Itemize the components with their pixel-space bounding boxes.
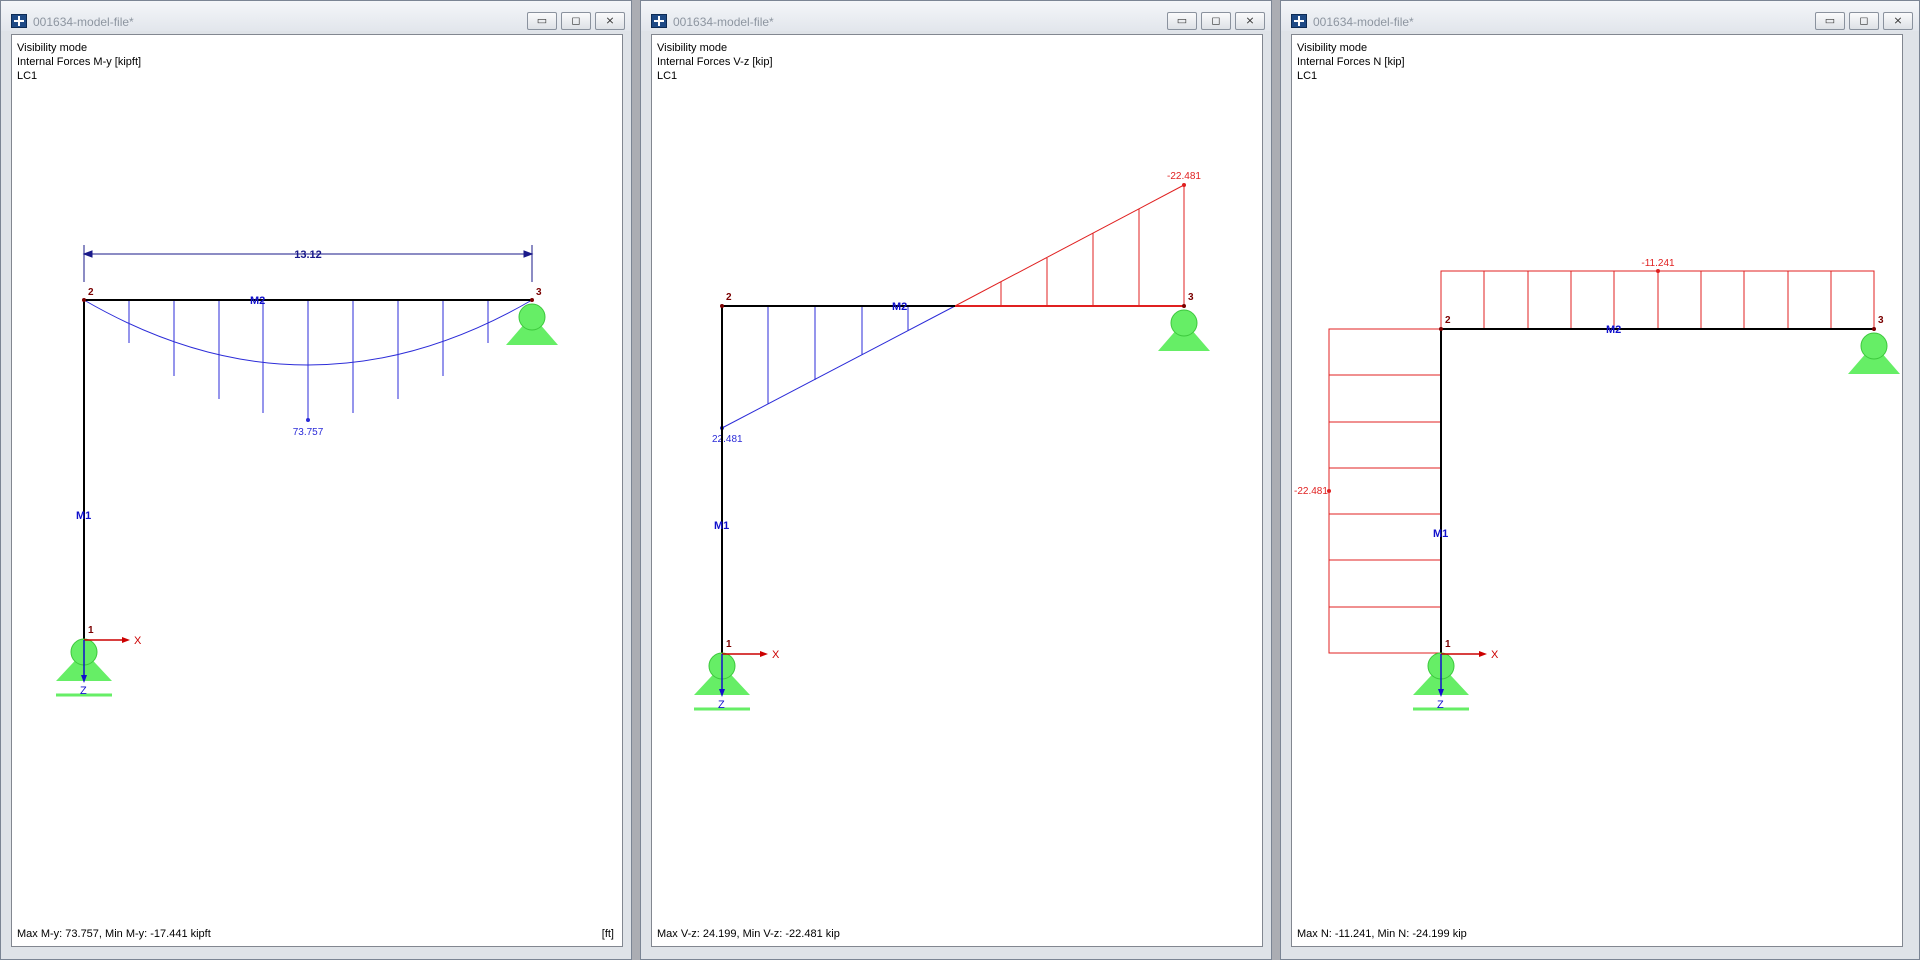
graphics-area[interactable]: Visibility mode Internal Forces N [kip] … bbox=[1291, 34, 1903, 947]
member-label-m1: M1 bbox=[76, 510, 91, 522]
axis-z-label: Z bbox=[718, 699, 725, 711]
minimize-button[interactable]: ▭ bbox=[527, 12, 557, 30]
member-label-m1: M1 bbox=[1433, 528, 1448, 540]
app-icon bbox=[11, 14, 27, 28]
status-line: Max V-z: 24.199, Min V-z: -22.481 kip bbox=[657, 928, 840, 940]
node-label-2: 2 bbox=[1445, 315, 1451, 326]
axial-diagram: -11.241 -22.481 M2 M1 2 3 1 X Z bbox=[1294, 258, 1900, 711]
shear-neg-label: -22.481 bbox=[1167, 171, 1201, 182]
window-title: 001634-model-file* bbox=[33, 15, 134, 29]
shear-pos-label: 22.481 bbox=[712, 434, 743, 445]
node-3[interactable] bbox=[1872, 327, 1876, 331]
axial-col-label: -22.481 bbox=[1294, 486, 1328, 497]
graphics-area[interactable]: Visibility mode Internal Forces V-z [kip… bbox=[651, 34, 1263, 947]
shear-positive bbox=[721, 305, 956, 429]
moment-curve bbox=[83, 299, 533, 419]
beam-marker bbox=[1656, 269, 1660, 273]
axis-x-label: X bbox=[1491, 649, 1499, 661]
node-label-2: 2 bbox=[88, 287, 94, 298]
node-2[interactable] bbox=[82, 298, 86, 302]
support-node-3[interactable] bbox=[1158, 309, 1210, 351]
moment-diagram: 13.12 73.757 M2 M1 2 3 1 X Z bbox=[56, 245, 558, 697]
close-button[interactable]: ⨯ bbox=[595, 12, 625, 30]
axial-beam-label: -11.241 bbox=[1641, 258, 1675, 269]
axial-beam bbox=[1440, 270, 1875, 330]
close-button[interactable]: ⨯ bbox=[1235, 12, 1265, 30]
axis-x-label: X bbox=[134, 635, 142, 647]
member-label-m2: M2 bbox=[250, 295, 265, 307]
shear-diagram: 22.481 -22.481 M2 M1 2 3 1 X Z bbox=[694, 171, 1210, 711]
graphics-area[interactable]: Visibility mode Internal Forces M-y [kip… bbox=[11, 34, 623, 947]
node-label-1: 1 bbox=[726, 639, 732, 650]
title-bar[interactable]: 001634-model-file* ▭ ◻ ⨯ bbox=[1281, 1, 1919, 31]
status-line: Max M-y: 73.757, Min M-y: -17.441 kipft bbox=[17, 928, 211, 940]
close-button[interactable]: ⨯ bbox=[1883, 12, 1913, 30]
axis-z-label: Z bbox=[1437, 699, 1444, 711]
node-2[interactable] bbox=[1439, 327, 1443, 331]
title-bar[interactable]: 001634-model-file* ▭ ◻ ⨯ bbox=[1, 1, 631, 31]
axis-z-label: Z bbox=[80, 685, 87, 697]
minimize-button[interactable]: ▭ bbox=[1167, 12, 1197, 30]
member-label-m2: M2 bbox=[1606, 324, 1621, 336]
maximize-button[interactable]: ◻ bbox=[1849, 12, 1879, 30]
node-label-3: 3 bbox=[536, 287, 542, 298]
app-icon bbox=[1291, 14, 1307, 28]
neg-marker bbox=[1182, 183, 1186, 187]
window-shear[interactable]: 001634-model-file* ▭ ◻ ⨯ Visibility mode… bbox=[640, 0, 1272, 960]
node-label-1: 1 bbox=[1445, 639, 1451, 650]
axis-x-label: X bbox=[772, 649, 780, 661]
node-label-2: 2 bbox=[726, 292, 732, 303]
title-bar[interactable]: 001634-model-file* ▭ ◻ ⨯ bbox=[641, 1, 1271, 31]
minimize-button[interactable]: ▭ bbox=[1815, 12, 1845, 30]
member-label-m2: M2 bbox=[892, 301, 907, 313]
dimension-value: 13.12 bbox=[294, 249, 322, 261]
status-line: Max N: -11.241, Min N: -24.199 kip bbox=[1297, 928, 1467, 940]
node-label-3: 3 bbox=[1878, 315, 1884, 326]
window-title: 001634-model-file* bbox=[673, 15, 774, 29]
node-label-3: 3 bbox=[1188, 292, 1194, 303]
member-label-m1: M1 bbox=[714, 520, 729, 532]
maximize-button[interactable]: ◻ bbox=[561, 12, 591, 30]
shear-negative bbox=[954, 184, 1185, 307]
axial-column bbox=[1328, 328, 1442, 654]
window-title: 001634-model-file* bbox=[1313, 15, 1414, 29]
maximize-button[interactable]: ◻ bbox=[1201, 12, 1231, 30]
window-moment[interactable]: 001634-model-file* ▭ ◻ ⨯ Visibility mode… bbox=[0, 0, 632, 960]
unit-label: [ft] bbox=[601, 928, 614, 940]
node-3[interactable] bbox=[1182, 304, 1186, 308]
support-node-3[interactable] bbox=[1848, 332, 1900, 374]
node-3[interactable] bbox=[530, 298, 534, 302]
max-value-label: 73.757 bbox=[293, 427, 324, 438]
window-axial[interactable]: 001634-model-file* ▭ ◻ ⨯ Visibility mode… bbox=[1280, 0, 1920, 960]
node-label-1: 1 bbox=[88, 625, 94, 636]
max-marker bbox=[306, 418, 310, 422]
app-icon bbox=[651, 14, 667, 28]
node-2[interactable] bbox=[720, 304, 724, 308]
